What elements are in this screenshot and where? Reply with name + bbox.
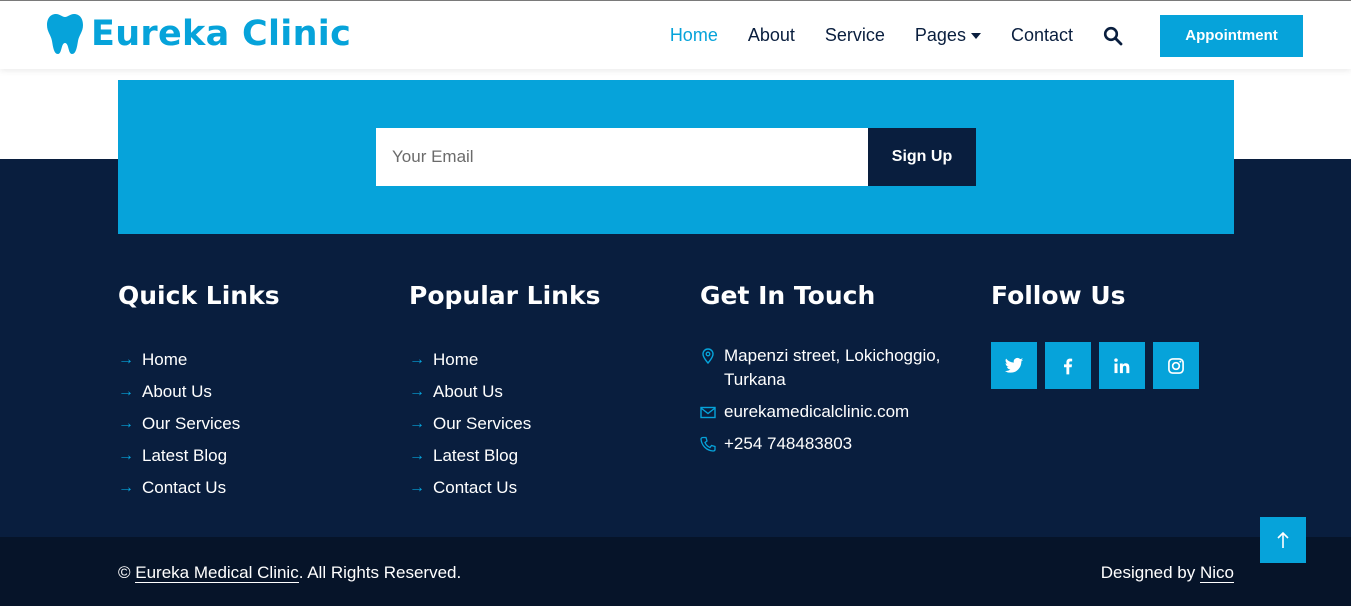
- facebook-button[interactable]: [1045, 342, 1091, 389]
- quick-links-column: Quick Links → Home → About Us → Our Service…: [118, 278, 368, 504]
- contact-address: Mapenzi street, Lokichoggio, Turkana: [700, 344, 960, 392]
- envelope-icon: [700, 400, 724, 420]
- twitter-icon: [1004, 357, 1024, 373]
- main-nav: Home About Service Pages Contact Appoint…: [670, 1, 1351, 70]
- facebook-icon: [1064, 358, 1073, 374]
- contact-phone: +254 748483803: [700, 432, 960, 456]
- arrow-right-icon: →: [118, 447, 134, 464]
- navbar: Eureka Clinic Home About Service Pages C…: [0, 0, 1351, 69]
- popular-link-home[interactable]: → Home: [409, 344, 659, 376]
- social-links: [991, 342, 1241, 389]
- contact-title: Get In Touch: [700, 281, 876, 310]
- arrow-right-icon: →: [118, 351, 134, 368]
- nav-pages-label: Pages: [914, 25, 966, 45]
- instagram-icon: [1168, 357, 1184, 374]
- nav-home[interactable]: Home: [670, 25, 718, 46]
- map-pin-icon: [700, 344, 724, 364]
- brand-link[interactable]: Eureka Clinic: [47, 13, 351, 55]
- quick-link-blog[interactable]: → Latest Blog: [118, 440, 368, 472]
- popular-link-about[interactable]: → About Us: [409, 376, 659, 408]
- twitter-button[interactable]: [991, 342, 1037, 389]
- signup-button[interactable]: Sign Up: [868, 128, 976, 186]
- arrow-right-icon: →: [409, 383, 425, 400]
- arrow-right-icon: →: [118, 415, 134, 432]
- designer-link[interactable]: Nico: [1199, 563, 1234, 583]
- arrow-right-icon: →: [409, 447, 425, 464]
- email-text[interactable]: eurekamedicalclinic.com: [724, 400, 909, 424]
- phone-icon: [700, 432, 724, 452]
- arrow-right-icon: →: [409, 351, 425, 368]
- arrow-right-icon: →: [118, 383, 134, 400]
- nav-pages-dropdown[interactable]: Pages: [915, 25, 981, 46]
- copyright: © Eureka Medical Clinic. All Rights Rese…: [118, 563, 462, 583]
- newsletter-section: Sign Up: [118, 80, 1234, 234]
- nav-contact[interactable]: Contact: [1011, 25, 1073, 46]
- follow-column: Follow Us: [991, 278, 1241, 389]
- bottom-bar: © Eureka Medical Clinic. All Rights Rese…: [0, 537, 1351, 606]
- quick-links-title: Quick Links: [118, 281, 280, 310]
- linkedin-button[interactable]: [1099, 342, 1145, 389]
- caret-down-icon: [970, 32, 981, 39]
- search-icon[interactable]: [1103, 26, 1123, 46]
- instagram-button[interactable]: [1153, 342, 1199, 389]
- brand-name: Eureka Clinic: [91, 14, 352, 54]
- linkedin-icon: [1114, 357, 1130, 373]
- popular-links-column: Popular Links → Home → About Us → Our Servi…: [409, 278, 659, 504]
- arrow-up-icon: [1277, 531, 1289, 548]
- nav-about[interactable]: About: [748, 25, 795, 46]
- quick-link-services[interactable]: → Our Services: [118, 408, 368, 440]
- phone-text[interactable]: +254 748483803: [724, 432, 852, 456]
- quick-link-about[interactable]: → About Us: [118, 376, 368, 408]
- quick-link-contact[interactable]: → Contact Us: [118, 472, 368, 504]
- popular-links-title: Popular Links: [409, 281, 601, 310]
- arrow-right-icon: →: [409, 415, 425, 432]
- tooth-icon: [47, 14, 83, 54]
- popular-link-blog[interactable]: → Latest Blog: [409, 440, 659, 472]
- contact-column: Get In Touch Mapenzi street, Lokichoggio…: [700, 278, 960, 464]
- back-to-top-button[interactable]: [1260, 517, 1306, 563]
- arrow-right-icon: →: [409, 479, 425, 496]
- address-text: Mapenzi street, Lokichoggio, Turkana: [724, 346, 941, 389]
- popular-link-services[interactable]: → Our Services: [409, 408, 659, 440]
- email-input[interactable]: [376, 128, 868, 186]
- clinic-link[interactable]: Eureka Medical Clinic: [135, 563, 299, 583]
- follow-title: Follow Us: [991, 281, 1126, 310]
- appointment-button[interactable]: Appointment: [1160, 14, 1303, 57]
- nav-service[interactable]: Service: [825, 25, 885, 46]
- designer-credit: Designed by Nico: [1100, 563, 1234, 583]
- arrow-right-icon: →: [118, 479, 134, 496]
- contact-email: eurekamedicalclinic.com: [700, 400, 960, 424]
- quick-link-home[interactable]: → Home: [118, 344, 368, 376]
- popular-link-contact[interactable]: → Contact Us: [409, 472, 659, 504]
